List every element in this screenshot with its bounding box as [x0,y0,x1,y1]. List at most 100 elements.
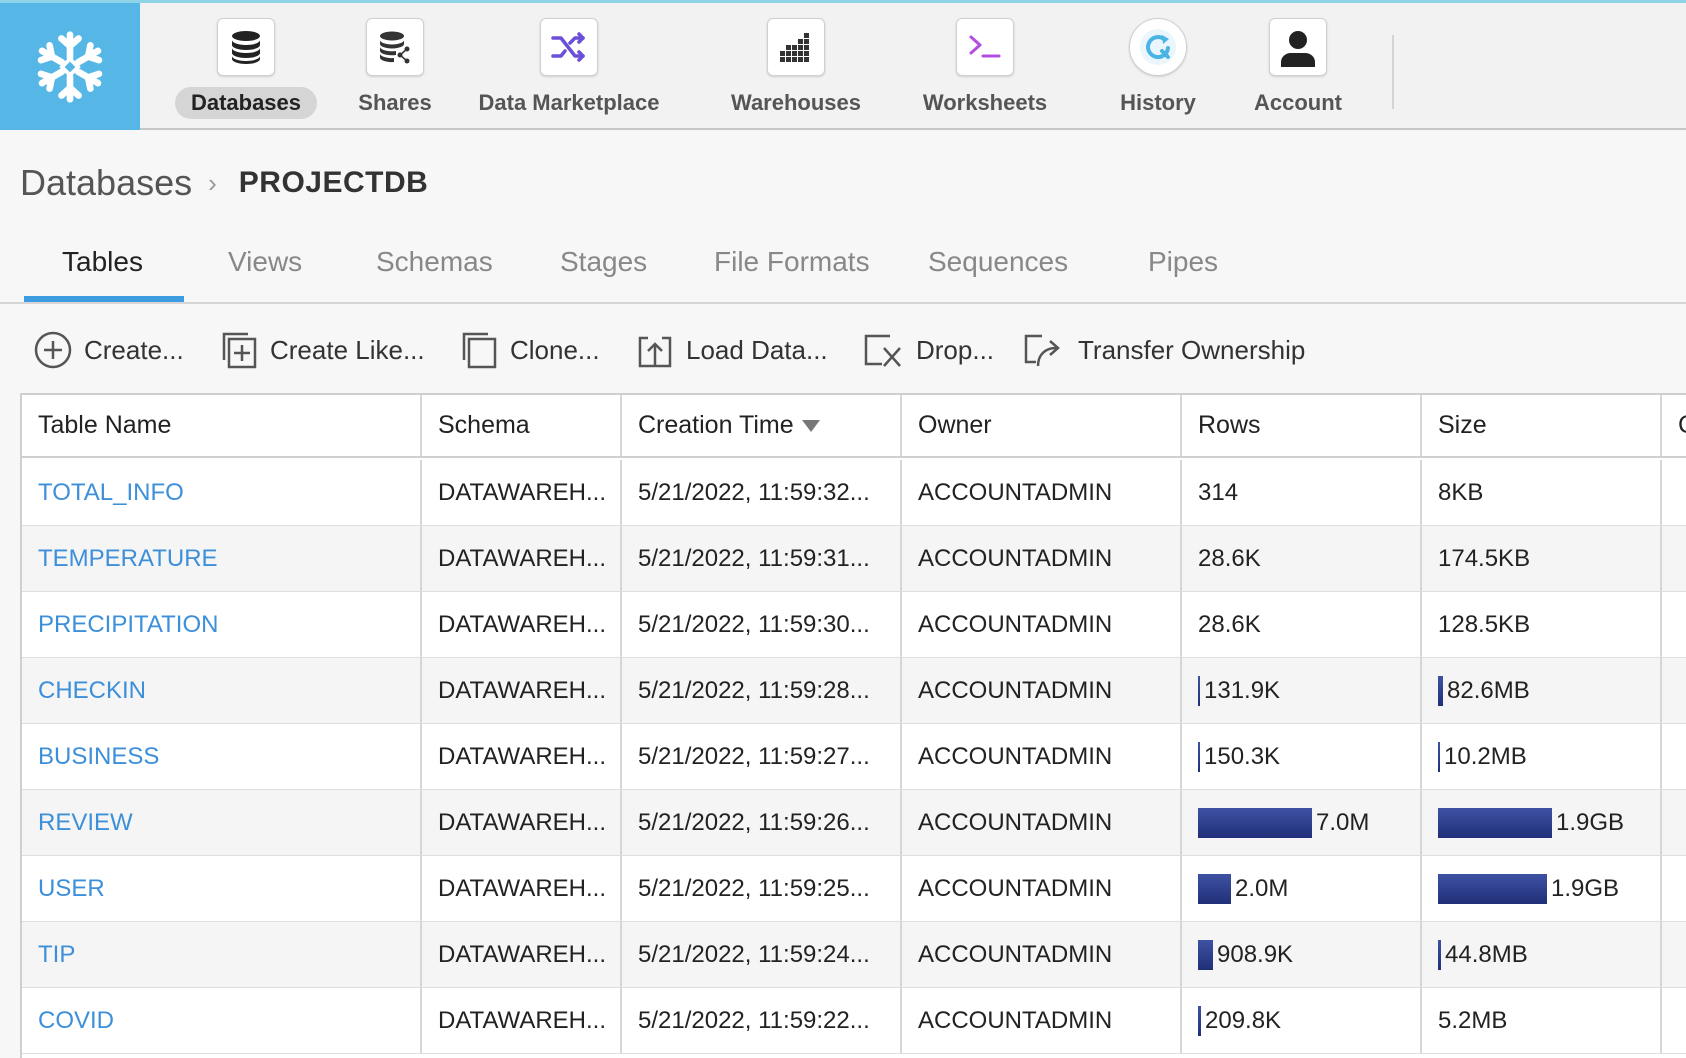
rows-value: 908.9K [1217,940,1294,968]
size-value: 82.6MB [1447,676,1530,704]
owner-cell: ACCOUNTADMIN [902,592,1182,657]
transfer-share-icon [1024,334,1060,367]
table-name-cell: BUSINESS [22,724,422,789]
owner-cell: ACCOUNTADMIN [902,724,1182,789]
nav-data-marketplace[interactable]: Data Marketplace [462,3,676,130]
table-name-link[interactable]: TOTAL_INFO [38,479,184,507]
creation-time-cell: 5/21/2022, 11:59:26... [622,790,902,855]
database-icon [217,18,275,76]
user-silhouette-icon [1269,18,1327,76]
owner-cell: ACCOUNTADMIN [902,658,1182,723]
rows-value: 28.6K [1198,610,1261,638]
tab-sequences[interactable]: Sequences [928,246,1068,278]
rows-cell: 2.0M [1182,856,1422,921]
size-value: 1.9GB [1551,874,1620,902]
create-label: Create... [84,334,184,365]
drop-button[interactable]: Drop... [862,328,994,372]
tab-tables[interactable]: Tables [62,246,143,278]
transfer-ownership-label: Transfer Ownership [1078,334,1306,365]
column-header-creation-time[interactable]: Creation Time [622,395,902,456]
clone-icon [462,332,497,369]
creation-time-cell: 5/21/2022, 11:59:31... [622,526,902,591]
breadcrumb: Databases › PROJECTDB [20,158,428,208]
table-row[interactable]: COVID DATAWAREH... 5/21/2022, 11:59:22... A… [22,988,1686,1054]
schema-cell: DATAWAREH... [422,526,622,591]
table-name-link[interactable]: TIP [38,941,75,969]
owner-cell: ACCOUNTADMIN [902,922,1182,987]
table-name-link[interactable]: REVIEW [38,809,133,837]
column-header-table-name[interactable]: Table Name [22,395,422,456]
table-name-link[interactable]: TEMPERATURE [38,545,218,573]
size-cell: 10.2MB [1422,724,1662,789]
size-cell: 174.5KB [1422,526,1662,591]
nav-divider [1392,35,1394,109]
table-name-link[interactable]: BUSINESS [38,743,159,771]
table-name-cell: TOTAL_INFO [22,460,422,525]
clone-button[interactable]: Clone... [460,328,600,372]
tab-stages[interactable]: Stages [560,246,647,278]
size-cell: 5.2MB [1422,988,1662,1053]
table-row[interactable]: TIP DATAWAREH... 5/21/2022, 11:59:24... ACC… [22,922,1686,988]
create-like-button[interactable]: Create Like... [220,328,425,372]
table-row[interactable]: PRECIPITATION DATAWAREH... 5/21/2022, 11:5… [22,592,1686,658]
column-header-size[interactable]: Size [1422,395,1662,456]
table-row[interactable]: USER DATAWAREH... 5/21/2022, 11:59:25... AC… [22,856,1686,922]
size-bar [1438,675,1443,706]
tables-grid: Table Name Schema Creation Time Owner Ro… [20,393,1686,1058]
nav-label-worksheets: Worksheets [922,90,1048,115]
extra-cell [1662,724,1686,789]
table-row[interactable]: BUSINESS DATAWAREH... 5/21/2022, 11:59:27.… [22,724,1686,790]
schema-cell: DATAWAREH... [422,988,622,1053]
table-toolbar: Create... Create Like... Clone... Load D… [0,318,1686,378]
breadcrumb-current: PROJECTDB [238,166,429,199]
table-row[interactable]: CHECKIN DATAWAREH... 5/21/2022, 11:59:28..… [22,658,1686,724]
tab-pipes[interactable]: Pipes [1148,246,1218,278]
rows-cell: 28.6K [1182,526,1422,591]
creation-time-cell: 5/21/2022, 11:59:25... [622,856,902,921]
tab-schemas[interactable]: Schemas [376,246,493,278]
chevron-right-icon: › [208,167,217,198]
create-like-label: Create Like... [270,334,425,365]
table-header-row: Table Name Schema Creation Time Owner Ro… [22,395,1686,458]
table-name-link[interactable]: PRECIPITATION [38,611,218,639]
column-header-schema[interactable]: Schema [422,395,622,456]
snowflake-logo[interactable] [0,3,140,130]
marketplace-shuffle-icon [540,18,598,76]
extra-cell [1662,922,1686,987]
rows-cell: 209.8K [1182,988,1422,1053]
table-name-cell: CHECKIN [22,658,422,723]
nav-history[interactable]: History [1096,3,1220,130]
nav-worksheets[interactable]: Worksheets [910,3,1060,130]
load-data-label: Load Data... [686,334,828,365]
nav-shares[interactable]: Shares [340,3,450,130]
column-header-rows[interactable]: Rows [1182,395,1422,456]
extra-cell [1662,658,1686,723]
column-header-truncated[interactable]: C [1662,395,1686,456]
transfer-ownership-button[interactable]: Transfer Ownership [1022,328,1305,372]
column-header-creation-time-label: Creation Time [638,411,794,439]
tab-views[interactable]: Views [228,246,302,278]
nav-databases[interactable]: Databases [172,3,320,130]
load-data-button[interactable]: Load Data... [636,328,828,372]
table-name-link[interactable]: COVID [38,1007,114,1035]
table-name-cell: TIP [22,922,422,987]
table-name-link[interactable]: CHECKIN [38,677,146,705]
rows-cell: 314 [1182,460,1422,525]
rows-bar [1198,939,1213,970]
nav-account[interactable]: Account [1236,3,1360,130]
breadcrumb-databases-link[interactable]: Databases [20,162,192,204]
rows-value: 2.0M [1235,874,1289,902]
table-name-link[interactable]: USER [38,875,105,903]
sort-descending-icon [801,419,820,432]
create-button[interactable]: Create... [34,328,184,372]
nav-warehouses[interactable]: Warehouses [718,3,874,130]
table-row[interactable]: TOTAL_INFO DATAWAREH... 5/21/2022, 11:59:3… [22,460,1686,526]
owner-cell: ACCOUNTADMIN [902,790,1182,855]
column-header-owner[interactable]: Owner [902,395,1182,456]
rows-bar [1198,1005,1201,1036]
tab-file-formats[interactable]: File Formats [714,246,870,278]
rows-bar [1198,675,1200,706]
table-row[interactable]: TEMPERATURE DATAWAREH... 5/21/2022, 11:59:… [22,526,1686,592]
rows-cell: 131.9K [1182,658,1422,723]
table-row[interactable]: REVIEW DATAWAREH... 5/21/2022, 11:59:26...… [22,790,1686,856]
